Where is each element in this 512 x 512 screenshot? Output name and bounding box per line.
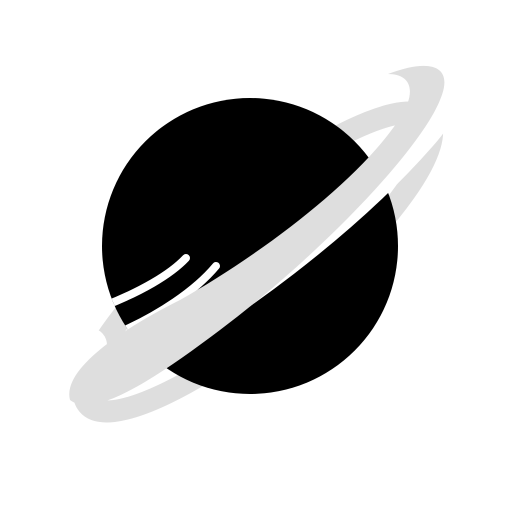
planet-ring-icon — [55, 55, 464, 423]
icon-canvas — [0, 0, 512, 512]
